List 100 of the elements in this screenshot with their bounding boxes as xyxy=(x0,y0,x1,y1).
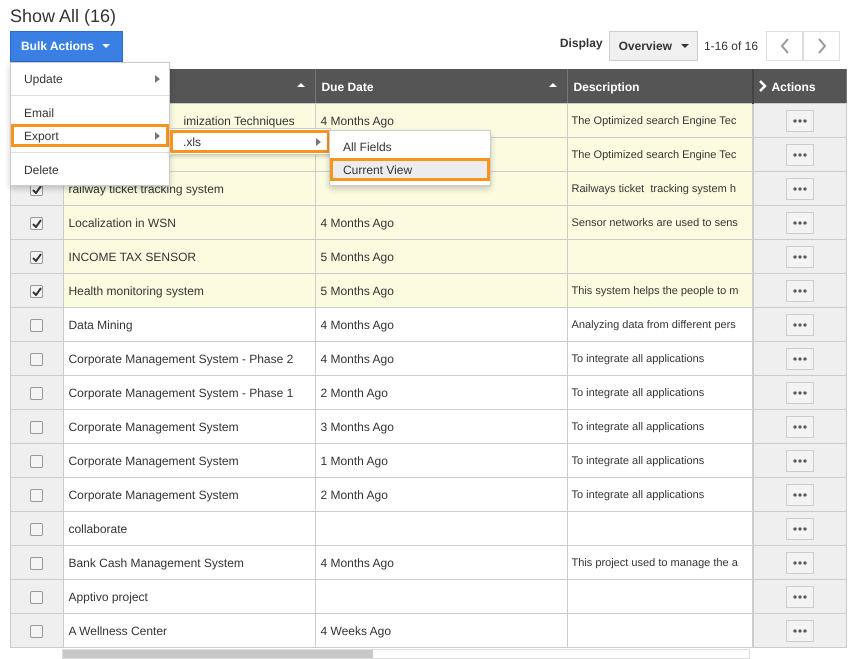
more-actions-button[interactable] xyxy=(786,280,814,302)
menu-item[interactable]: Current View xyxy=(330,158,490,181)
more-actions-button[interactable] xyxy=(786,416,814,438)
more-actions-button[interactable] xyxy=(786,518,814,540)
checkbox[interactable] xyxy=(30,556,44,570)
more-icon xyxy=(792,458,808,462)
more-actions-button[interactable] xyxy=(786,212,814,234)
table-cell: The Optimized search Engine Tec xyxy=(572,148,736,160)
previous-page-button[interactable] xyxy=(766,31,803,61)
table-cell: 3 Months Ago xyxy=(320,420,394,434)
more-icon xyxy=(792,186,808,190)
table-cell: railway ticket tracking system xyxy=(68,182,224,196)
more-icon xyxy=(792,254,808,258)
check-icon xyxy=(32,184,42,194)
bulk-actions-button[interactable]: Bulk Actions xyxy=(10,30,123,62)
more-actions-button[interactable] xyxy=(786,110,814,132)
checkbox[interactable] xyxy=(30,216,44,230)
more-actions-button[interactable] xyxy=(786,620,814,642)
scrollbar-thumb[interactable] xyxy=(63,650,373,658)
menu-item[interactable]: All Fields xyxy=(330,135,490,158)
more-icon xyxy=(792,560,808,564)
checkbox[interactable] xyxy=(30,590,44,604)
menu-item[interactable]: Email xyxy=(11,101,169,124)
more-icon xyxy=(792,526,808,530)
more-actions-button[interactable] xyxy=(786,484,814,506)
table-cell: Localization in WSN xyxy=(68,216,176,230)
table-cell: Corporate Management System - Phase 1 xyxy=(68,386,294,400)
check-icon xyxy=(32,252,42,262)
more-actions-button[interactable] xyxy=(786,382,814,404)
more-icon xyxy=(792,356,808,360)
column-header[interactable]: Due Date xyxy=(315,69,567,104)
column-header[interactable]: Description xyxy=(567,69,752,104)
next-page-button[interactable] xyxy=(803,31,840,61)
display-label: Display xyxy=(560,36,603,50)
more-icon xyxy=(792,152,808,156)
checkbox[interactable] xyxy=(30,454,44,468)
checkbox[interactable] xyxy=(30,284,44,298)
table-cell: 1 Month Ago xyxy=(320,454,388,468)
chevron-right-icon xyxy=(816,38,826,54)
table-cell: To integrate all applications xyxy=(572,386,704,398)
display-dropdown[interactable]: Overview xyxy=(608,31,698,61)
table-cell: This project used to manage the a xyxy=(572,556,738,568)
more-actions-button[interactable] xyxy=(786,450,814,472)
table-cell: 4 Months Ago xyxy=(320,216,394,230)
checkbox[interactable] xyxy=(30,318,44,332)
checkbox[interactable] xyxy=(30,250,44,264)
checkbox[interactable] xyxy=(30,624,44,638)
table-cell: 5 Months Ago xyxy=(320,250,394,264)
scrollbar[interactable] xyxy=(62,649,750,659)
table-cell: To integrate all applications xyxy=(572,488,704,500)
table-cell: 4 Months Ago xyxy=(320,352,394,366)
more-icon xyxy=(792,628,808,632)
table-cell: 2 Month Ago xyxy=(320,386,388,400)
table-cell: Corporate Management System xyxy=(68,488,239,502)
check-icon xyxy=(32,218,42,228)
more-actions-button[interactable] xyxy=(786,348,814,370)
table-cell: 4 Months Ago xyxy=(320,318,394,332)
table-cell: 4 Months Ago xyxy=(320,114,394,128)
more-icon xyxy=(792,118,808,122)
more-actions-button[interactable] xyxy=(786,178,814,200)
more-icon xyxy=(792,390,808,394)
column-header[interactable]: Actions xyxy=(752,69,846,104)
table-cell: To integrate all applications xyxy=(572,420,704,432)
more-actions-button[interactable] xyxy=(786,144,814,166)
more-icon xyxy=(792,288,808,292)
menu-item[interactable]: Export xyxy=(11,124,169,147)
checkbox[interactable] xyxy=(30,488,44,502)
checkbox[interactable] xyxy=(30,420,44,434)
table-cell: To integrate all applications xyxy=(572,352,704,364)
more-icon xyxy=(792,220,808,224)
more-icon xyxy=(792,424,808,428)
table-cell: Health monitoring system xyxy=(68,284,204,298)
page-title: Show All (16) xyxy=(10,5,118,27)
more-icon xyxy=(792,322,808,326)
checkbox[interactable] xyxy=(30,386,44,400)
checkbox[interactable] xyxy=(30,522,44,536)
more-actions-button[interactable] xyxy=(786,552,814,574)
table-cell: A Wellness Center xyxy=(68,624,167,638)
menu-item[interactable]: Update xyxy=(11,67,169,90)
table-cell: To integrate all applications xyxy=(572,454,704,466)
table-cell: INCOME TAX SENSOR xyxy=(68,250,196,264)
table-cell: Sensor networks are used to sens xyxy=(572,216,738,228)
table-cell: 2 Month Ago xyxy=(320,488,388,502)
table-cell: Corporate Management System - Phase 2 xyxy=(68,352,294,366)
table-cell: Analyzing data from different pers xyxy=(572,318,736,330)
table-cell: This system helps the people to m xyxy=(572,284,738,296)
more-actions-button[interactable] xyxy=(786,314,814,336)
caret-icon xyxy=(680,44,689,48)
table-cell: imization Techniques xyxy=(184,114,295,128)
more-actions-button[interactable] xyxy=(786,246,814,268)
table-cell: 4 Weeks Ago xyxy=(320,624,391,638)
chevron-left-icon xyxy=(780,38,790,54)
more-actions-button[interactable] xyxy=(786,586,814,608)
more-icon xyxy=(792,594,808,598)
menu-item[interactable]: Delete xyxy=(11,158,169,181)
table-cell: collaborate xyxy=(68,522,128,536)
table-cell: Bank Cash Management System xyxy=(68,556,244,570)
checkbox[interactable] xyxy=(30,352,44,366)
table-cell: Corporate Management System xyxy=(68,454,239,468)
menu-item[interactable]: .xls xyxy=(170,130,330,153)
